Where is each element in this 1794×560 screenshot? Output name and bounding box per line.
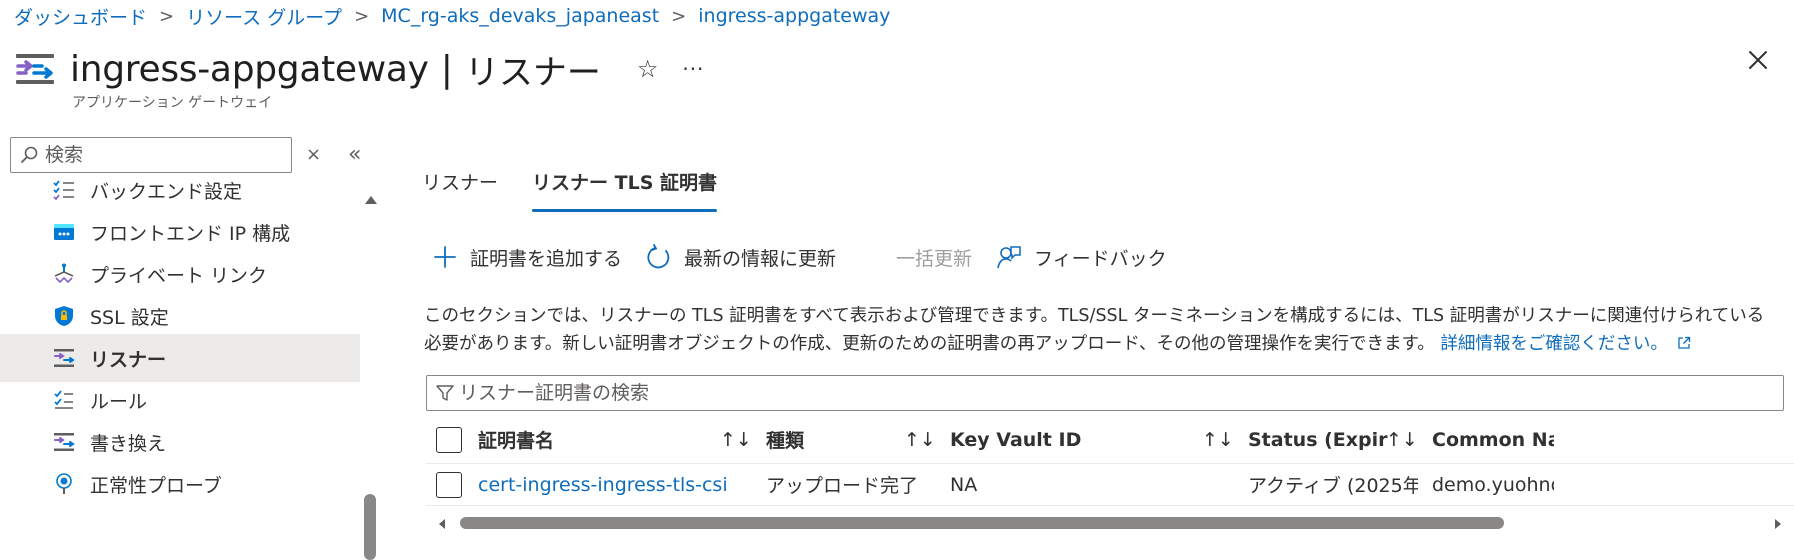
refresh-label: 最新の情報に更新 [684,247,837,270]
sidebar-item-rewrites[interactable]: 書き換え [0,418,360,466]
column-header-status[interactable]: Status (Expiry) [1248,416,1388,463]
table-horizontal-scrollbar [436,515,1784,531]
external-link-icon [1678,336,1691,349]
sort-name-icon[interactable]: ↑↓ [720,416,752,463]
sidebar-item-rules[interactable]: ルール [0,376,360,424]
certificate-name-link[interactable]: cert-ingress-ingress-tls-csi [478,464,758,505]
scroll-right-icon[interactable] [1772,518,1784,530]
breadcrumb-item-app-gateway[interactable]: ingress-appgateway [698,5,890,27]
page-title: ingress-appgateway [70,48,429,90]
tab-bar: リスナー リスナー TLS 証明書 [422,168,751,212]
column-header-key-vault-id[interactable]: Key Vault ID [950,416,1190,463]
health-probe-icon [56,473,72,494]
close-icon[interactable] [1742,44,1774,76]
certificate-common-name: demo.yuohno.c [1432,473,1554,496]
breadcrumb-separator: > [354,5,370,27]
table-scrollbar-thumb[interactable] [460,517,1504,529]
sidebar-item-ssl-settings[interactable]: SSL 設定 [0,292,360,340]
page-header: ingress-appgateway | リスナー ☆ ··· [14,44,704,94]
resource-type-subtitle: アプリケーション ゲートウェイ [72,95,273,111]
certificate-filter [426,375,1784,411]
favorite-star-icon[interactable]: ☆ [637,55,659,83]
breadcrumb-item-dashboard[interactable]: ダッシュボード [14,3,147,30]
title-separator: | [440,48,453,90]
breadcrumb: ダッシュボード > リソース グループ > MC_rg-aks_devaks_j… [14,2,890,30]
rewrite-icon [54,433,75,451]
sidebar-search-input[interactable] [45,144,275,166]
column-header-name[interactable]: 証明書名 [478,416,718,463]
search-icon [21,146,38,163]
add-certificate-label: 証明書を追加する [470,247,623,270]
sidebar-item-label: 正常性プローブ [90,474,222,497]
sidebar-item-label: 書き換え [90,432,167,455]
column-header-common-name[interactable]: Common Name [1432,416,1554,463]
tab-listener-tls-certificates[interactable]: リスナー TLS 証明書 [532,168,717,212]
row-select-cell [436,464,462,505]
breadcrumb-separator: > [159,5,175,27]
add-certificate-button[interactable]: 証明書を追加する [432,244,622,271]
certificate-table: 証明書名 ↑↓ 種類 ↑↓ Key Vault ID ↑↓ Status (Ex… [426,416,1794,506]
bulk-update-button[interactable]: 一括更新 [896,244,972,271]
certificate-type: アップロード完了 [766,475,919,497]
select-all-checkbox[interactable] [436,426,462,453]
breadcrumb-separator: > [671,5,687,27]
filter-icon [436,385,454,401]
breadcrumb-item-resource-groups[interactable]: リソース グループ [186,3,342,30]
sidebar-item-private-link[interactable]: プライベート リンク [0,250,360,298]
sort-status-icon[interactable]: ↑↓ [1386,416,1418,463]
bulk-update-label: 一括更新 [896,247,973,270]
sidebar-item-label: SSL 設定 [90,306,169,329]
sidebar-item-label: ルール [90,390,148,413]
application-gateway-icon [16,54,54,84]
sort-key-vault-icon[interactable]: ↑↓ [1202,416,1234,463]
sidebar-nav: バックエンド設定 フロントエンド IP 構成 プライベート リンク SSL 設定 [0,172,360,560]
sidebar-item-label: バックエンド設定 [90,180,243,203]
table-row[interactable]: cert-ingress-ingress-tls-csi アップロード完了 NA… [426,464,1794,506]
select-all-cell [436,416,462,463]
section-description: このセクションでは、リスナーの TLS 証明書をすべて表示および管理できます。T… [424,302,1780,358]
private-link-icon [54,263,74,284]
feedback-label: フィードバック [1034,247,1167,270]
sidebar-item-label: プライベート リンク [90,264,268,287]
collapse-sidebar-icon[interactable]: « [348,142,361,167]
list-check-icon [53,180,74,201]
sidebar-item-label: フロントエンド IP 構成 [90,222,291,245]
sidebar-item-listeners[interactable]: リスナー [0,334,360,382]
learn-more-link[interactable]: 詳細情報をご確認ください。 [1440,334,1691,354]
page-section-title: リスナー [464,52,601,93]
scroll-left-icon[interactable] [436,518,448,530]
sidebar-item-health-probes[interactable]: 正常性プローブ [0,460,360,508]
plus-icon [434,246,456,268]
command-bar: 証明書を追加する 最新の情報に更新 一括更新 フィードバック [432,240,1191,274]
frontend-ip-icon [54,224,74,240]
feedback-button[interactable]: フィードバック [996,244,1167,271]
learn-more-link-label: 詳細情報をご確認ください。 [1440,334,1668,354]
feedback-icon [997,246,1021,269]
table-header-row: 証明書名 ↑↓ 種類 ↑↓ Key Vault ID ↑↓ Status (Ex… [426,416,1794,464]
certificate-status: アクティブ (2025年1… [1248,475,1418,497]
sidebar-item-label: リスナー [90,348,167,371]
shield-icon [55,306,73,326]
key-vault-id: NA [950,473,978,496]
sort-type-icon[interactable]: ↑↓ [904,416,936,463]
clear-search-icon[interactable]: × [306,144,321,165]
certificate-filter-input[interactable] [459,382,1759,404]
refresh-button[interactable]: 最新の情報に更新 [646,244,836,271]
tab-listeners[interactable]: リスナー [422,168,498,212]
sidebar-scrollbar-thumb[interactable] [364,494,376,560]
sidebar-search [10,137,292,173]
breadcrumb-item-resource-group[interactable]: MC_rg-aks_devaks_japaneast [381,5,659,27]
listener-icon [54,349,75,367]
row-checkbox[interactable] [436,471,462,498]
sidebar-item-frontend-ip[interactable]: フロントエンド IP 構成 [0,208,360,256]
more-options-icon[interactable]: ··· [682,57,704,81]
rules-icon [54,390,73,409]
column-header-type[interactable]: 種類 [766,416,896,463]
sidebar-scroll-up-icon[interactable] [363,192,379,208]
refresh-icon [647,244,670,269]
